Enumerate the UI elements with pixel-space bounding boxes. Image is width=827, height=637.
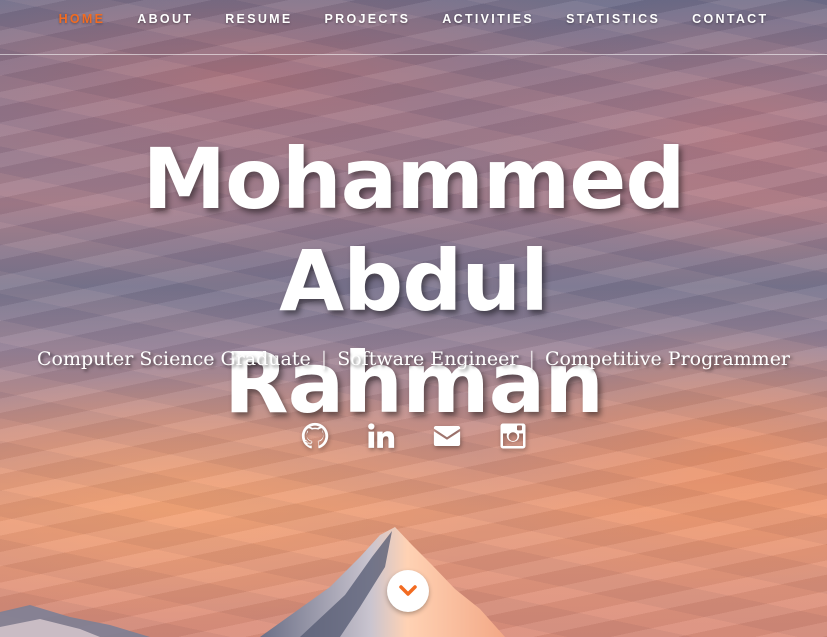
nav-item-statistics[interactable]: STATISTICS [550, 12, 676, 26]
instagram-icon [500, 423, 525, 449]
nav-item-projects[interactable]: PROJECTS [309, 12, 427, 26]
hero-banner: HOME ABOUT RESUME PROJECTS ACTIVITIES ST… [0, 0, 827, 637]
instagram-link[interactable] [498, 420, 528, 452]
nav-menu: HOME ABOUT RESUME PROJECTS ACTIVITIES ST… [0, 0, 827, 26]
linkedin-icon [367, 423, 394, 448]
hero-name-line1: Mohammed Abdul [142, 130, 686, 330]
chevron-down-icon [399, 585, 417, 596]
top-navbar: HOME ABOUT RESUME PROJECTS ACTIVITIES ST… [0, 0, 827, 55]
role-2: Software Engineer [337, 348, 519, 370]
github-link[interactable] [300, 420, 330, 452]
linkedin-link[interactable] [366, 420, 396, 452]
role-3: Competitive Programmer [544, 348, 791, 370]
email-link[interactable] [432, 420, 462, 452]
nav-item-contact[interactable]: CONTACT [676, 12, 784, 26]
role-1: Computer Science Graduate [36, 348, 311, 370]
nav-item-activities[interactable]: ACTIVITIES [426, 12, 550, 26]
github-icon [301, 422, 328, 449]
hero-name: Mohammed Abdul Rahman [0, 128, 827, 434]
hero-subtitle: Computer Science Graduate | Software Eng… [0, 348, 827, 370]
social-links [0, 420, 827, 452]
envelope-icon [433, 426, 460, 446]
nav-item-resume[interactable]: RESUME [209, 12, 308, 26]
nav-item-about[interactable]: ABOUT [121, 12, 209, 26]
role-separator: | [320, 348, 328, 370]
scroll-down-button[interactable] [387, 570, 429, 612]
nav-item-home[interactable]: HOME [43, 12, 122, 26]
role-separator: | [528, 348, 535, 370]
